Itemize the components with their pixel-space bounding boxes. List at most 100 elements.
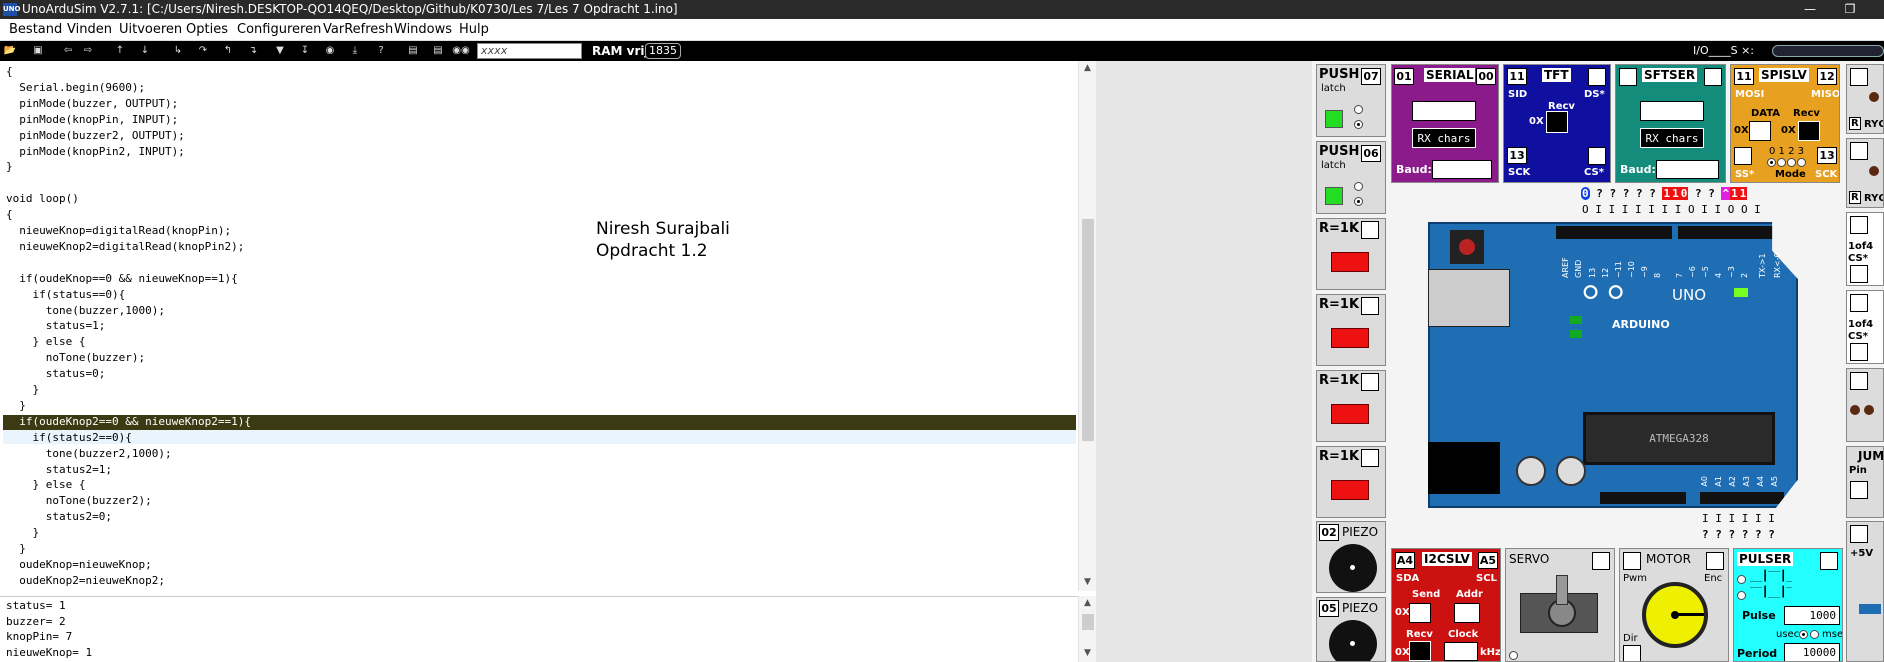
menu-vinden[interactable]: Vinden (67, 19, 112, 41)
variables-scrollbar[interactable]: ▲ ▼ (1078, 596, 1096, 662)
servo-pin[interactable] (1592, 552, 1610, 570)
run-to-icon[interactable]: ↴ (245, 43, 261, 59)
spislv-pin-right[interactable]: 12 (1817, 68, 1837, 85)
halt-icon[interactable]: ↧ (297, 43, 313, 59)
spislv-mode-radio-3[interactable] (1797, 158, 1806, 167)
step-into-icon[interactable]: ↳ (170, 43, 186, 59)
motor-dir-pin[interactable] (1623, 645, 1641, 661)
i2cslv-addr-input[interactable]: 01 (1454, 603, 1480, 623)
push-mode-radio[interactable] (1354, 105, 1363, 114)
mux-pin[interactable] (1850, 294, 1868, 312)
resistor-pin[interactable] (1361, 297, 1379, 315)
save-icon[interactable]: ▣ (30, 43, 46, 59)
tft-ds-pin[interactable] (1588, 68, 1606, 86)
spislv-data-input[interactable]: ff (1749, 121, 1771, 141)
i2cslv-clock-input[interactable]: 100 (1444, 642, 1478, 661)
code-scroll-thumb[interactable] (1082, 219, 1094, 441)
pulser-msec-radio[interactable] (1810, 630, 1819, 639)
push-mode-radio[interactable] (1354, 197, 1363, 206)
restore-icon[interactable]: ❐ (1835, 0, 1865, 19)
led-pin[interactable] (1850, 142, 1868, 160)
spislv-mode-radio-2[interactable] (1787, 158, 1796, 167)
find-next-icon[interactable]: ▤ (430, 43, 446, 59)
i2cslv-pin-left[interactable]: A4 (1395, 552, 1415, 569)
serial-rx-button[interactable]: RX chars (1412, 128, 1476, 148)
menu-bestand[interactable]: Bestand (9, 19, 62, 41)
func-up-icon[interactable]: ↑ (112, 43, 128, 59)
push-pin[interactable]: 06 (1361, 145, 1381, 162)
tft-cs-pin[interactable] (1588, 147, 1606, 165)
open-icon[interactable]: 📂 (2, 43, 18, 59)
run-icon[interactable]: ▼ (272, 43, 288, 59)
find-input[interactable]: xxxx (477, 43, 582, 59)
i2cslv-send-input[interactable] (1409, 603, 1431, 623)
variable-row[interactable]: knopPin= 7 (6, 630, 72, 644)
reset-icon[interactable]: ◉ (322, 43, 338, 59)
push-button[interactable] (1325, 187, 1343, 205)
slider-pin[interactable] (1850, 525, 1868, 543)
serial-tx-button[interactable]: TX chars (1412, 101, 1476, 121)
menu-uitvoeren[interactable]: Uitvoeren (119, 19, 182, 41)
serial-baud-select[interactable]: 9600 ▼ (1432, 160, 1492, 179)
scroll-up-icon[interactable]: ▲ (1079, 63, 1096, 73)
variable-row[interactable]: status= 1 (6, 599, 66, 613)
spislv-mode-radio-0[interactable] (1767, 158, 1776, 167)
resistor-pin[interactable] (1361, 221, 1379, 239)
minimize-icon[interactable]: — (1795, 0, 1825, 19)
spislv-pin-left[interactable]: 11 (1734, 68, 1754, 85)
menu-configureren[interactable]: Configureren (237, 19, 321, 41)
spislv-mode-radio-1[interactable] (1777, 158, 1786, 167)
jumper-pin[interactable] (1850, 481, 1868, 499)
sftser-rx-button[interactable]: RX chars (1640, 128, 1704, 148)
io-slider[interactable] (1772, 45, 1884, 57)
menu-windows[interactable]: Windows (394, 19, 452, 41)
pulser-polarity-radio[interactable] (1737, 591, 1746, 600)
slider-handle[interactable] (1859, 604, 1881, 614)
spislv-ss-pin[interactable] (1734, 147, 1752, 165)
pulser-period-input[interactable]: 10000 (1784, 643, 1840, 661)
redo-icon[interactable]: ⇨ (80, 43, 96, 59)
pulser-polarity-radio[interactable] (1737, 575, 1746, 584)
motor-pwm-pin[interactable] (1623, 552, 1641, 570)
variable-row[interactable]: nieuweKnop= 1 (6, 646, 92, 660)
tft-pin[interactable]: 11 (1507, 68, 1527, 85)
spislv-pin-3[interactable]: 13 (1817, 147, 1837, 164)
menu-opties[interactable]: Opties (186, 19, 228, 41)
find-text-icon[interactable]: ▤ (405, 43, 421, 59)
motor-enc-pin[interactable] (1706, 552, 1724, 570)
push-pin[interactable]: 07 (1361, 68, 1381, 85)
tft-pin-2[interactable]: 13 (1507, 147, 1527, 164)
piezo-pin[interactable]: 05 (1319, 600, 1339, 617)
mux-cs-pin[interactable] (1850, 265, 1868, 283)
sftser-pin-right[interactable] (1704, 68, 1722, 86)
led-pin[interactable] (1850, 68, 1868, 86)
push-mode-radio[interactable] (1354, 120, 1363, 129)
resistor-slider[interactable] (1331, 328, 1369, 348)
resistor-slider[interactable] (1331, 252, 1369, 272)
sftser-pin-left[interactable] (1619, 68, 1637, 86)
servo-mode-radio[interactable] (1509, 651, 1518, 660)
func-down-icon[interactable]: ↓ (137, 43, 153, 59)
piezo-pin[interactable]: 02 (1319, 524, 1339, 541)
var-scroll-up-icon[interactable]: ▲ (1079, 598, 1096, 608)
i2cslv-pin-right[interactable]: A5 (1478, 552, 1498, 569)
binoculars-icon[interactable]: ◉◉ (452, 43, 470, 59)
code-scrollbar[interactable]: ▲ ▼ (1078, 61, 1096, 591)
sftser-baud-select[interactable]: 300 ▼ (1656, 160, 1719, 179)
pulser-pin[interactable] (1820, 552, 1838, 570)
push-button[interactable] (1325, 110, 1343, 128)
serial-pin-left[interactable]: 01 (1394, 68, 1414, 85)
menu-hulp[interactable]: Hulp (459, 19, 489, 41)
menu-varrefresh[interactable]: VarRefresh (323, 19, 393, 41)
mux-cs-pin[interactable] (1850, 343, 1868, 361)
pulser-pulse-input[interactable]: 1000 (1784, 606, 1840, 625)
resistor-slider[interactable] (1331, 480, 1369, 500)
push-mode-radio[interactable] (1354, 182, 1363, 191)
resistor-pin[interactable] (1361, 449, 1379, 467)
code-editor[interactable]: { Serial.begin(9600); pinMode(buzzer, OU… (0, 61, 1078, 591)
resistor-pin[interactable] (1361, 373, 1379, 391)
mux-pin[interactable] (1850, 216, 1868, 234)
variable-row[interactable]: buzzer= 2 (6, 615, 66, 629)
serial-pin-right[interactable]: 00 (1476, 68, 1496, 85)
download-icon[interactable]: ⤓ (347, 43, 363, 59)
